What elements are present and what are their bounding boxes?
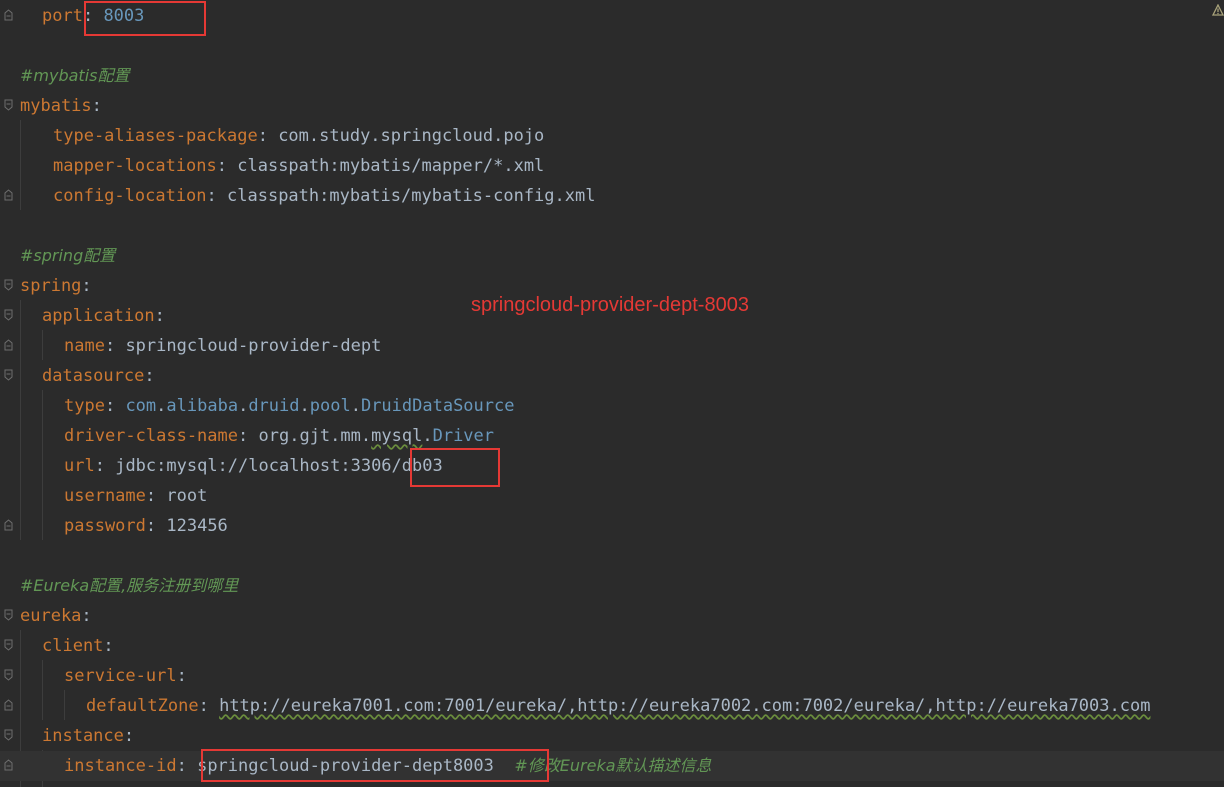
code-line[interactable]: #mybatis配置	[0, 61, 1224, 91]
fold-marker-icon[interactable]	[4, 699, 13, 711]
fold-marker-icon[interactable]	[4, 639, 13, 651]
yaml-key: name	[64, 336, 105, 356]
class-segment: com	[125, 396, 157, 416]
yaml-key: username	[64, 486, 146, 506]
code-line[interactable]: type-aliases-package: com.study.springcl…	[0, 121, 1224, 151]
fold-marker-icon[interactable]	[4, 759, 13, 771]
highlight-box-db	[410, 448, 500, 487]
code-line[interactable]: mapper-locations: classpath:mybatis/mapp…	[0, 151, 1224, 181]
code-line[interactable]: defaultZone: http://eureka7001.com:7001/…	[0, 691, 1224, 721]
annotation-label: springcloud-provider-dept-8003	[471, 294, 749, 316]
yaml-key: datasource	[42, 366, 145, 386]
yaml-key: driver-class-name	[64, 426, 238, 446]
code-line[interactable]: service-url:	[0, 661, 1224, 691]
code-line[interactable]: #Eureka配置,服务注册到哪里	[0, 571, 1224, 601]
yaml-key: instance	[42, 726, 124, 746]
yaml-key: config-location	[53, 186, 207, 206]
code-line[interactable]: mybatis:	[0, 91, 1224, 121]
code-line[interactable]: instance:	[0, 721, 1224, 751]
yaml-comment: #mybatis配置	[20, 66, 130, 85]
code-line[interactable]: password: 123456	[0, 511, 1224, 541]
highlight-box-instance-id	[201, 749, 549, 782]
yaml-value: com.study.springcloud.pojo	[278, 126, 545, 146]
yaml-key: type	[64, 396, 105, 416]
class-segment: DruidDataSource	[360, 396, 515, 416]
fold-marker-icon[interactable]	[4, 369, 13, 381]
yaml-key: port	[42, 6, 83, 26]
code-line[interactable]: name: springcloud-provider-dept	[0, 331, 1224, 361]
code-line[interactable]: #spring配置	[0, 241, 1224, 271]
class-segment: gjt	[299, 426, 331, 446]
code-line[interactable]: username: root	[0, 481, 1224, 511]
fold-marker-icon[interactable]	[4, 669, 13, 681]
code-line[interactable]: config-location: classpath:mybatis/mybat…	[0, 181, 1224, 211]
default-zone-url[interactable]: http://eureka7001.com:7001/eureka/,http:…	[219, 696, 1150, 716]
fold-marker-icon[interactable]	[4, 9, 13, 21]
code-editor[interactable]: port: 8003 #mybatis配置 mybatis: type-alia…	[0, 0, 1224, 787]
yaml-value: classpath:mybatis/mapper/*.xml	[237, 156, 545, 176]
yaml-key: mapper-locations	[53, 156, 217, 176]
fold-marker-icon[interactable]	[4, 339, 13, 351]
class-segment: pool	[309, 396, 351, 416]
class-segment: mm	[340, 426, 361, 446]
yaml-key: instance-id	[64, 756, 177, 776]
fold-marker-icon[interactable]	[4, 519, 13, 531]
yaml-value: springcloud-provider-dept	[125, 336, 382, 356]
yaml-key: client	[42, 636, 104, 656]
yaml-value: jdbc:mysql://localhost:3306/db03	[115, 456, 443, 476]
class-segment: mysql	[371, 426, 423, 446]
yaml-comment: #Eureka配置,服务注册到哪里	[20, 576, 239, 595]
fold-marker-icon[interactable]	[4, 279, 13, 291]
code-line[interactable]: driver-class-name: org.gjt.mm.mysql.Driv…	[0, 421, 1224, 451]
code-line[interactable]: type: com.alibaba.druid.pool.DruidDataSo…	[0, 391, 1224, 421]
yaml-key: spring	[20, 276, 82, 296]
yaml-comment: #spring配置	[20, 246, 116, 265]
code-line[interactable]: datasource:	[0, 361, 1224, 391]
yaml-key: mybatis	[20, 96, 92, 116]
yaml-value: classpath:mybatis/mybatis-config.xml	[227, 186, 596, 206]
code-line[interactable]: client:	[0, 631, 1224, 661]
yaml-key: type-aliases-package	[53, 126, 258, 146]
yaml-key: application	[42, 306, 155, 326]
code-line[interactable]: url: jdbc:mysql://localhost:3306/db03	[0, 451, 1224, 481]
code-line[interactable]: eureka:	[0, 601, 1224, 631]
class-segment: alibaba	[166, 396, 239, 416]
yaml-value: root	[166, 486, 208, 506]
warning-icon[interactable]	[1212, 4, 1224, 16]
yaml-value: 123456	[166, 516, 228, 536]
yaml-key: password	[64, 516, 146, 536]
fold-marker-icon[interactable]	[4, 189, 13, 201]
class-segment: org	[258, 426, 290, 446]
fold-marker-icon[interactable]	[4, 309, 13, 321]
highlight-box-port	[84, 1, 206, 36]
yaml-key: service-url	[64, 666, 177, 686]
class-segment: druid	[248, 396, 300, 416]
yaml-key: eureka	[20, 606, 82, 626]
yaml-key: url	[64, 456, 95, 476]
yaml-key: defaultZone	[86, 696, 199, 716]
fold-marker-icon[interactable]	[4, 99, 13, 111]
fold-marker-icon[interactable]	[4, 609, 13, 621]
class-segment: Driver	[432, 426, 495, 446]
fold-marker-icon[interactable]	[4, 729, 13, 741]
code-line-current[interactable]: instance-id: springcloud-provider-dept80…	[0, 751, 1224, 781]
